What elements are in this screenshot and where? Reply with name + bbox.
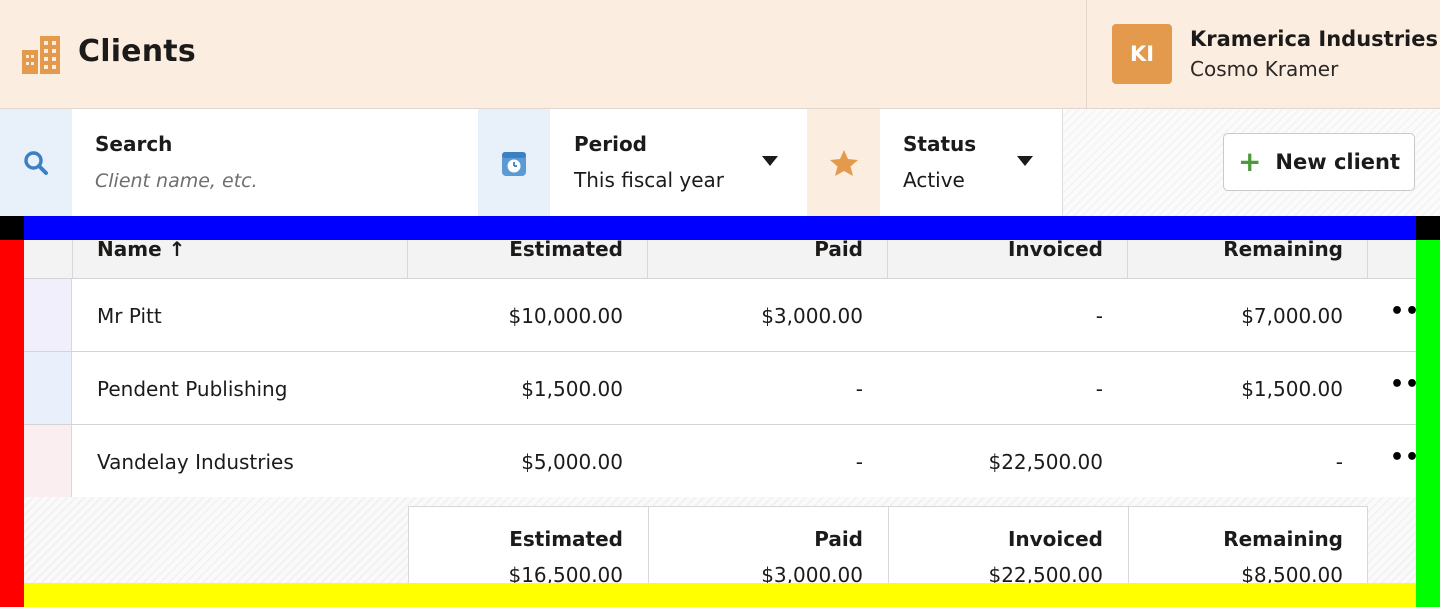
column-header-label: Remaining	[1223, 240, 1343, 261]
chevron-down-icon[interactable]	[1017, 156, 1033, 166]
table-row[interactable]: Vandelay Industries $5,000.00 - $22,500.…	[24, 425, 1416, 498]
app-header: Clients KI Kramerica Industries Cosmo Kr…	[0, 0, 1440, 109]
total-paid-label: Paid	[814, 527, 863, 551]
clients-table: Name ↑ Estimated Paid Invoiced Remaining…	[24, 240, 1416, 583]
paid-value: -	[855, 377, 863, 401]
column-header-name[interactable]: Name ↑	[73, 240, 408, 278]
column-header-label: Name ↑	[97, 240, 186, 261]
paid-value: $3,000.00	[761, 304, 863, 328]
status-dropdown[interactable]: Status Active	[880, 109, 1063, 216]
client-name[interactable]: Mr Pitt	[97, 304, 162, 328]
remaining-value: -	[1335, 450, 1343, 474]
column-header-label: Estimated	[509, 240, 623, 261]
more-options-icon[interactable]: •••	[1390, 372, 1416, 397]
more-options-icon[interactable]: •••	[1390, 445, 1416, 470]
filter-bar: Search Client name, etc. Period This fis…	[0, 109, 1440, 216]
status-label: Status	[903, 132, 977, 156]
avatar[interactable]: KI	[1112, 24, 1172, 84]
total-estimated-value: $16,500.00	[508, 563, 623, 583]
chevron-down-icon[interactable]	[762, 156, 778, 166]
column-header-label: Paid	[814, 240, 863, 261]
star-icon	[829, 149, 858, 176]
period-value: This fiscal year	[574, 168, 725, 192]
search-field[interactable]: Search Client name, etc.	[72, 109, 479, 216]
page-title: Clients	[78, 34, 196, 69]
plus-icon: +	[1237, 145, 1262, 178]
client-name[interactable]: Pendent Publishing	[97, 377, 287, 401]
table-row[interactable]: Mr Pitt $10,000.00 $3,000.00 - $7,000.00…	[24, 279, 1416, 352]
red-band	[0, 240, 24, 607]
client-color-swatch	[24, 279, 72, 351]
table-header-row: Name ↑ Estimated Paid Invoiced Remaining	[24, 240, 1416, 279]
period-dropdown[interactable]: Period This fiscal year	[550, 109, 808, 216]
more-options-icon[interactable]: •••	[1390, 299, 1416, 324]
remaining-value: $7,000.00	[1241, 304, 1343, 328]
column-header-estimated[interactable]: Estimated	[408, 240, 648, 278]
status-value: Active	[903, 168, 965, 192]
period-icon-cell	[478, 109, 550, 216]
table-row[interactable]: Pendent Publishing $1,500.00 - - $1,500.…	[24, 352, 1416, 425]
table-header-swatch	[24, 240, 73, 278]
invoiced-value: -	[1095, 377, 1103, 401]
user-name: Cosmo Kramer	[1190, 57, 1339, 81]
total-remaining-value: $8,500.00	[1241, 563, 1343, 583]
search-input[interactable]: Client name, etc.	[95, 170, 258, 192]
total-estimated-label: Estimated	[509, 527, 623, 551]
green-band	[1416, 240, 1440, 607]
estimated-value: $5,000.00	[521, 450, 623, 474]
total-invoiced-value: $22,500.00	[988, 563, 1103, 583]
building-icon	[22, 36, 60, 74]
invoiced-value: $22,500.00	[988, 450, 1103, 474]
column-header-invoiced[interactable]: Invoiced	[888, 240, 1128, 278]
total-paid-value: $3,000.00	[761, 563, 863, 583]
paid-value: -	[855, 450, 863, 474]
invoiced-value: -	[1095, 304, 1103, 328]
search-label: Search	[95, 132, 173, 156]
calendar-clock-icon	[502, 151, 526, 176]
estimated-value: $1,500.00	[521, 377, 623, 401]
estimated-value: $10,000.00	[508, 304, 623, 328]
column-header-remaining[interactable]: Remaining	[1128, 240, 1368, 278]
column-header-paid[interactable]: Paid	[648, 240, 888, 278]
total-invoiced-label: Invoiced	[1007, 527, 1103, 551]
organization-name[interactable]: Kramerica Industries	[1190, 27, 1438, 51]
client-color-swatch	[24, 425, 72, 497]
blue-band	[24, 216, 1416, 240]
new-client-button[interactable]: + New client	[1223, 133, 1415, 191]
total-remaining-label: Remaining	[1223, 527, 1343, 551]
client-name[interactable]: Vandelay Industries	[97, 450, 294, 474]
header-divider	[1086, 0, 1087, 108]
search-icon-cell	[0, 109, 72, 216]
yellow-band	[24, 583, 1416, 607]
column-header-label: Invoiced	[1007, 240, 1103, 261]
new-client-label: New client	[1275, 150, 1401, 174]
client-color-swatch	[24, 352, 72, 424]
remaining-value: $1,500.00	[1241, 377, 1343, 401]
period-label: Period	[574, 132, 647, 156]
search-icon	[24, 150, 48, 175]
status-icon-cell	[807, 109, 880, 216]
